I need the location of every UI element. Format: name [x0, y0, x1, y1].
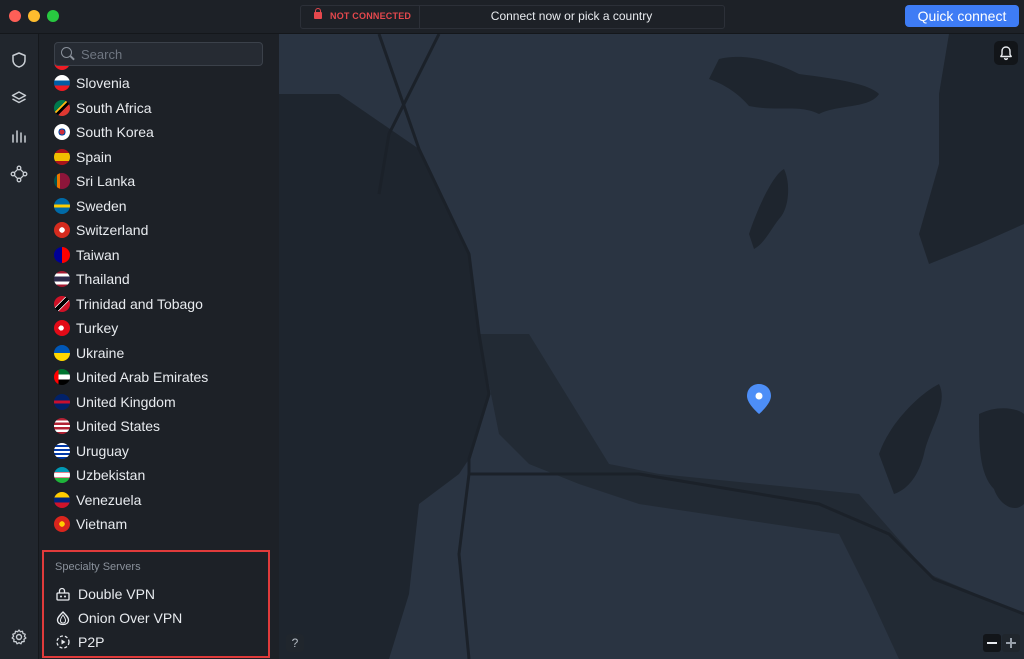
flag-usa-icon [54, 418, 70, 434]
map-canvas [279, 34, 1024, 659]
specialty-servers-heading: Specialty Servers [55, 561, 141, 573]
country-name: South Korea [76, 124, 154, 140]
double-vpn-icon [55, 586, 71, 602]
country-item[interactable]: Venezuela [39, 489, 279, 514]
layers-icon[interactable] [9, 88, 29, 108]
flag-vietnam-icon [54, 516, 70, 532]
country-name: Trinidad and Tobago [76, 295, 203, 312]
status-text: NOT CONNECTED [330, 11, 412, 21]
minimize-window-button[interactable] [28, 10, 40, 22]
quick-connect-button[interactable]: Quick connect [905, 5, 1019, 27]
flag-slovenia-icon [54, 75, 70, 91]
country-name: Slovenia [76, 75, 130, 91]
stats-icon[interactable] [9, 126, 29, 146]
specialty-item-label: Onion Over VPN [78, 610, 183, 626]
zoom-in-button[interactable] [1002, 634, 1020, 652]
flag-switzerland-icon [54, 222, 70, 238]
specialty-servers-section: Specialty Servers Double VPN Onion Over … [42, 550, 270, 658]
country-name: Turkey [76, 320, 119, 336]
onion-icon [55, 610, 71, 626]
country-name: Switzerland [76, 222, 149, 238]
flag-venezuela-icon [54, 491, 70, 508]
icon-rail [0, 34, 39, 659]
flag-uruguay-icon [54, 442, 70, 459]
zoom-out-button[interactable] [983, 634, 1001, 652]
flag-sri-lanka-icon [54, 173, 70, 189]
country-item[interactable]: Vietnam [39, 513, 279, 538]
country-name: Uzbekistan [76, 467, 146, 483]
flag-uae-icon [54, 369, 70, 385]
settings-icon[interactable] [9, 627, 29, 647]
country-item[interactable]: Sri Lanka [39, 170, 279, 195]
country-item[interactable]: South Korea [39, 121, 279, 146]
status-indicator: NOT CONNECTED [301, 6, 420, 28]
bell-icon [1000, 46, 1012, 61]
country-item[interactable]: Trinidad and Tobago [39, 293, 279, 318]
country-name: United States [76, 418, 161, 434]
country-item[interactable]: United States [39, 415, 279, 440]
location-pin[interactable] [747, 384, 771, 414]
country-name: Taiwan [76, 246, 120, 263]
help-button[interactable]: ? [286, 634, 304, 652]
flag-south-korea-icon [54, 124, 70, 140]
specialty-item-label: P2P [78, 634, 105, 650]
country-name: Sri Lanka [76, 173, 136, 189]
specialty-item-label: Double VPN [78, 586, 156, 602]
flag-south-africa-icon [54, 99, 70, 116]
country-item[interactable]: Uzbekistan [39, 464, 279, 489]
country-item[interactable]: Turkey [39, 317, 279, 342]
country-name: Ukraine [76, 344, 125, 361]
country-name: Sweden [76, 197, 127, 214]
country-item[interactable]: United Kingdom [39, 391, 279, 416]
flag-trinidad-and-tobago-icon [54, 295, 70, 312]
flag-thailand-icon [54, 271, 70, 287]
country-item[interactable]: Thailand [39, 268, 279, 293]
country-name: Spain [76, 148, 112, 165]
flag-taiwan-icon [54, 246, 70, 263]
flag-spain-icon [54, 148, 70, 165]
flag-sweden-icon [54, 197, 70, 214]
flag-uzbekistan-icon [54, 467, 70, 483]
notification-bell-button[interactable] [994, 41, 1018, 65]
country-item[interactable]: South Africa [39, 97, 279, 122]
country-name: Thailand [76, 271, 130, 287]
country-item[interactable]: Uruguay [39, 440, 279, 465]
country-name: Vietnam [76, 516, 128, 532]
country-item[interactable]: Slovenia [39, 72, 279, 97]
status-hint: Connect now or pick a country [490, 9, 653, 23]
search-box[interactable] [54, 42, 263, 66]
country-item[interactable]: Taiwan [39, 244, 279, 269]
country-item[interactable]: Ukraine [39, 342, 279, 367]
country-name: South Africa [76, 99, 152, 116]
country-item[interactable]: Switzerland [39, 219, 279, 244]
title-bar: NOT CONNECTED Connect now or pick a coun… [0, 0, 1024, 34]
search-icon [61, 47, 72, 58]
flag-uk-icon [54, 393, 70, 410]
country-item[interactable]: United Arab Emirates [39, 366, 279, 391]
country-name: Uruguay [76, 442, 129, 459]
country-name: Venezuela [76, 491, 142, 508]
search-input[interactable] [79, 44, 258, 64]
country-item[interactable]: Spain [39, 146, 279, 171]
unlocked-icon [314, 8, 322, 19]
country-name: United Arab Emirates [76, 369, 209, 385]
country-item[interactable]: Sweden [39, 195, 279, 220]
shield-icon[interactable] [9, 50, 29, 70]
connection-status-bar: NOT CONNECTED Connect now or pick a coun… [300, 5, 725, 29]
country-list[interactable]: SlovakiaSloveniaSouth AfricaSouth KoreaS… [39, 62, 279, 538]
p2p-icon [55, 634, 71, 650]
flag-ukraine-icon [54, 344, 70, 361]
country-sidebar: SlovakiaSloveniaSouth AfricaSouth KoreaS… [39, 34, 279, 659]
close-window-button[interactable] [9, 10, 21, 22]
meshnet-icon[interactable] [9, 164, 29, 184]
flag-turkey-icon [54, 320, 70, 336]
world-map[interactable] [279, 34, 1024, 659]
country-name: United Kingdom [76, 393, 176, 410]
zoom-window-button[interactable] [47, 10, 59, 22]
